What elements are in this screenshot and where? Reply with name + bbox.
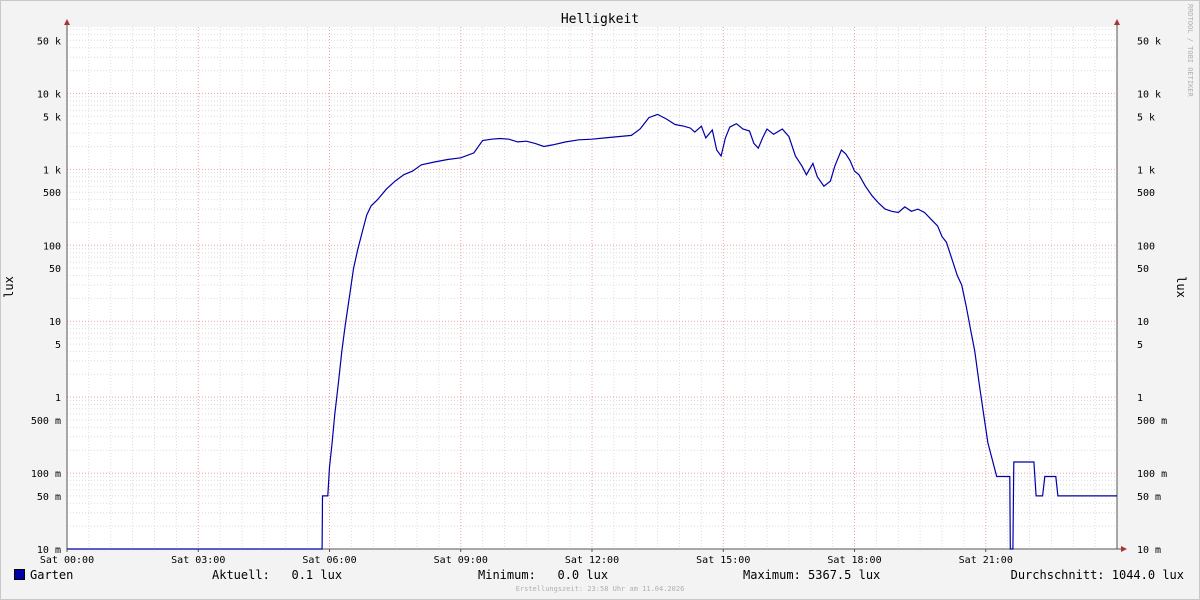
y-tick-label-right: 10: [1137, 317, 1149, 328]
y-tick-label-right: 10 m: [1137, 545, 1161, 556]
y-tick-label-right: 500 m: [1137, 416, 1167, 427]
x-tick-label: Sat 18:00: [827, 555, 881, 566]
y-tick-label-left: 500 m: [31, 416, 61, 427]
chart-svg: Sat 00:00 Sat 03:00 Sat 06:00 Sat 09:00 Sat …: [31, 19, 1167, 566]
y-tick-label-left: 500: [43, 188, 61, 199]
footer-timestamp: Erstellungszeit: 23:58 Uhr am 11.04.2026: [515, 585, 685, 593]
legend-minimum-value: Minimum: 0.0 lux: [478, 568, 609, 582]
y-tick-label-left: 10 m: [37, 545, 61, 556]
y-tick-label-left: 10 k: [37, 89, 61, 100]
x-tick-label: Sat 06:00: [302, 555, 356, 566]
y-tick-label-right: 50 m: [1137, 492, 1161, 503]
y-tick-label-left: 50 m: [37, 492, 61, 503]
y-tick-label-left: 50: [49, 264, 61, 275]
y-tick-label-left: 5 k: [43, 112, 61, 123]
x-tick-label: Sat 09:00: [434, 555, 488, 566]
legend-swatch: [14, 569, 25, 580]
legend-current-value: Aktuell: 0.1 lux: [212, 568, 343, 582]
x-axis-arrow: [1121, 546, 1127, 552]
y-tick-label-right: 100 m: [1137, 469, 1167, 480]
chart-title: Helligkeit: [560, 12, 640, 27]
y-tick-label-right: 1: [1137, 393, 1143, 404]
y-tick-label-left: 100: [43, 241, 61, 252]
y-tick-label-right: 50: [1137, 264, 1149, 275]
y-tick-label-right: 50 k: [1137, 36, 1161, 47]
x-tick-label: Sat 00:00: [40, 555, 94, 566]
y-tick-label-right: 10 k: [1137, 89, 1161, 100]
legend-series-name: Garten: [30, 568, 74, 582]
y-tick-label-right: 100: [1137, 241, 1155, 252]
y-tick-label-left: 1: [55, 393, 61, 404]
watermark: RRDTOOL / TOBI OETIKER: [1186, 4, 1194, 97]
y-tick-label-left: 1 k: [43, 165, 61, 176]
legend-maximum-value: Maximum: 5367.5 lux: [743, 568, 881, 582]
x-tick-label: Sat 12:00: [565, 555, 619, 566]
y-tick-label-left: 100 m: [31, 469, 61, 480]
y-axis-label-left: lux: [1, 276, 16, 298]
x-tick-label: Sat 21:00: [959, 555, 1013, 566]
legend-average-value: Durchschnitt: 1044.0 lux: [1010, 568, 1184, 582]
y-tick-label-left: 50 k: [37, 36, 61, 47]
y-tick-label-left: 5: [55, 340, 61, 351]
y-tick-label-right: 1 k: [1137, 165, 1155, 176]
y-axis-label-right: lux: [1173, 276, 1188, 298]
x-tick-label: Sat 15:00: [696, 555, 750, 566]
x-tick-label: Sat 03:00: [171, 555, 225, 566]
y-tick-label-right: 5 k: [1137, 112, 1155, 123]
y-tick-label-left: 10: [49, 317, 61, 328]
y-tick-label-right: 500: [1137, 188, 1155, 199]
y-tick-label-right: 5: [1137, 340, 1143, 351]
